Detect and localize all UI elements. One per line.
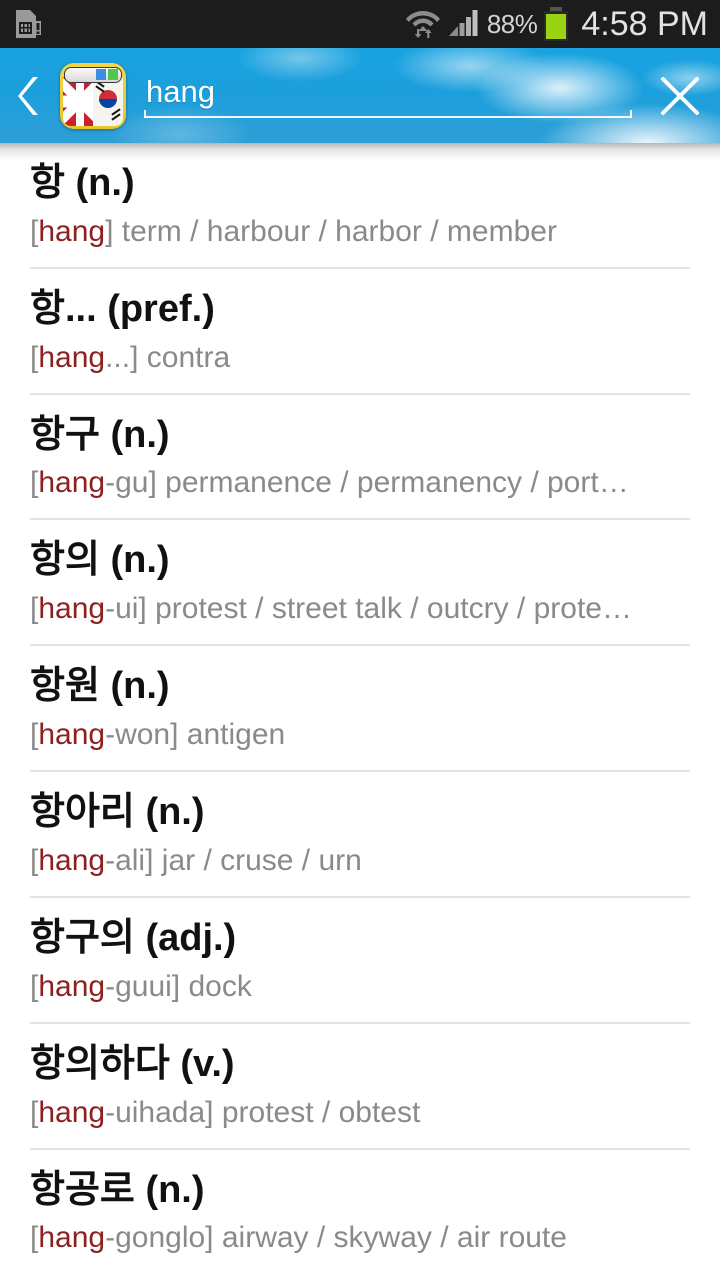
romanization-match: hang bbox=[38, 1221, 106, 1255]
entry-definition: antigen bbox=[178, 718, 286, 752]
dictionary-entry[interactable]: 항공로 (n.) [hang-gonglo] airway / skyway / … bbox=[0, 1150, 720, 1258]
entry-headword: 항의하다 (v.) bbox=[30, 1042, 235, 1085]
entry-definition: protest / obtest bbox=[213, 1095, 421, 1129]
wifi-with-data-arrows-icon bbox=[405, 5, 441, 44]
dictionary-entry[interactable]: 항의하다 (v.) [hang-uihada] protest / obtest bbox=[0, 1024, 720, 1150]
entry-headword: 항아리 (n.) bbox=[30, 791, 205, 834]
dictionary-entry[interactable]: 항의 (n.) [hang-ui] protest / street talk /… bbox=[0, 520, 720, 647]
dictionary-entry[interactable]: 항원 (n.) [hang-won] antigen bbox=[0, 646, 720, 773]
romanization-match: hang bbox=[38, 1095, 106, 1129]
status-bar-left-icons bbox=[14, 8, 44, 40]
entry-definition: jar / cruse / urn bbox=[153, 843, 362, 877]
search-input[interactable] bbox=[144, 73, 632, 116]
header-shadow bbox=[0, 143, 720, 161]
status-bar-clock: 4:58 PM bbox=[581, 4, 708, 43]
dictionary-entry[interactable]: 항... (pref.) [hang...] contra bbox=[0, 269, 720, 395]
status-bar: 88% 4:58 PM bbox=[0, 0, 720, 48]
status-bar-right-icons: 88% 4:58 PM bbox=[405, 5, 708, 44]
romanization-match: hang bbox=[38, 592, 106, 626]
sim-card-alert-icon bbox=[14, 8, 44, 40]
entry-gloss: [hang-uihada] protest / obtest bbox=[30, 1093, 690, 1132]
romanization-rest: -ui] bbox=[105, 592, 147, 626]
entry-gloss: [hang] term / harbour / harbor / member bbox=[30, 212, 690, 251]
entry-definition: airway / skyway / air route bbox=[213, 1221, 567, 1255]
romanization-rest: -gu] bbox=[105, 466, 157, 500]
dictionary-entry[interactable]: 항 (n.) [hang] term / harbour / harbor / m… bbox=[0, 143, 720, 269]
battery-icon bbox=[543, 7, 569, 41]
clear-search-button[interactable] bbox=[640, 48, 720, 143]
search-underline bbox=[144, 109, 632, 118]
romanization-match: hang bbox=[38, 843, 106, 877]
entry-definition: term / harbour / harbor / member bbox=[113, 214, 557, 248]
back-button[interactable] bbox=[0, 48, 58, 143]
entry-gloss: [hang-ali] jar / cruse / urn bbox=[30, 841, 690, 880]
entry-headword: 항구 (n.) bbox=[30, 413, 170, 456]
entry-headword: 항 (n.) bbox=[30, 162, 135, 204]
romanization-match: hang bbox=[38, 969, 106, 1003]
close-x-icon bbox=[661, 76, 699, 115]
romanization-match: hang bbox=[38, 466, 106, 500]
entry-gloss: [hang-gu] permanence / permanency / port… bbox=[30, 463, 690, 502]
dictionary-entry[interactable]: 항아리 (n.) [hang-ali] jar / cruse / urn bbox=[0, 772, 720, 898]
dictionary-entry[interactable]: 항구의 (adj.) [hang-guui] dock bbox=[0, 898, 720, 1024]
romanization-rest: ...] bbox=[105, 340, 139, 374]
swatch-green bbox=[108, 68, 118, 80]
entry-gloss: [hang-guui] dock bbox=[30, 967, 690, 1006]
search-field-wrapper[interactable] bbox=[144, 48, 632, 143]
dictionary-app-icon[interactable] bbox=[60, 62, 126, 129]
battery-percent-label: 88% bbox=[486, 8, 538, 39]
entry-definition: contra bbox=[138, 340, 231, 374]
entry-definition: dock bbox=[180, 969, 252, 1003]
romanization-match: hang bbox=[38, 214, 106, 248]
romanization-rest: -won] bbox=[105, 718, 179, 752]
romanization-rest: -guui] bbox=[105, 969, 181, 1003]
app-header bbox=[0, 48, 720, 143]
swatch-blue bbox=[96, 68, 106, 80]
entry-headword: 항공로 (n.) bbox=[30, 1168, 205, 1211]
chevron-left-icon bbox=[18, 76, 38, 115]
entry-definition: permanence / permanency / port… bbox=[156, 466, 629, 500]
romanization-match: hang bbox=[38, 340, 106, 374]
entry-headword: 항원 (n.) bbox=[30, 665, 170, 708]
entry-headword: 항구의 (adj.) bbox=[30, 916, 237, 959]
search-results-list[interactable]: 항 (n.) [hang] term / harbour / harbor / m… bbox=[0, 143, 720, 1280]
uk-flag-icon bbox=[63, 76, 97, 126]
entry-gloss: [hang...] contra bbox=[30, 338, 690, 377]
entry-headword: 항... (pref.) bbox=[30, 287, 215, 330]
romanization-rest: -gonglo] bbox=[105, 1221, 214, 1255]
entry-gloss: [hang-won] antigen bbox=[30, 715, 690, 754]
dictionary-entry[interactable]: 항구 (n.) [hang-gu] permanence / permanency… bbox=[0, 395, 720, 521]
romanization-rest: -uihada] bbox=[105, 1095, 214, 1129]
korea-flag-icon bbox=[93, 76, 123, 126]
romanization-match: hang bbox=[38, 718, 106, 752]
entry-headword: 항의 (n.) bbox=[30, 539, 170, 582]
cellular-signal-icon bbox=[447, 6, 481, 43]
romanization-rest: -ali] bbox=[105, 843, 154, 877]
entry-gloss: [hang-gonglo] airway / skyway / air rout… bbox=[30, 1218, 690, 1257]
entry-gloss: [hang-ui] protest / street talk / outcry… bbox=[30, 589, 690, 628]
entry-definition: protest / street talk / outcry / prote… bbox=[146, 592, 632, 626]
